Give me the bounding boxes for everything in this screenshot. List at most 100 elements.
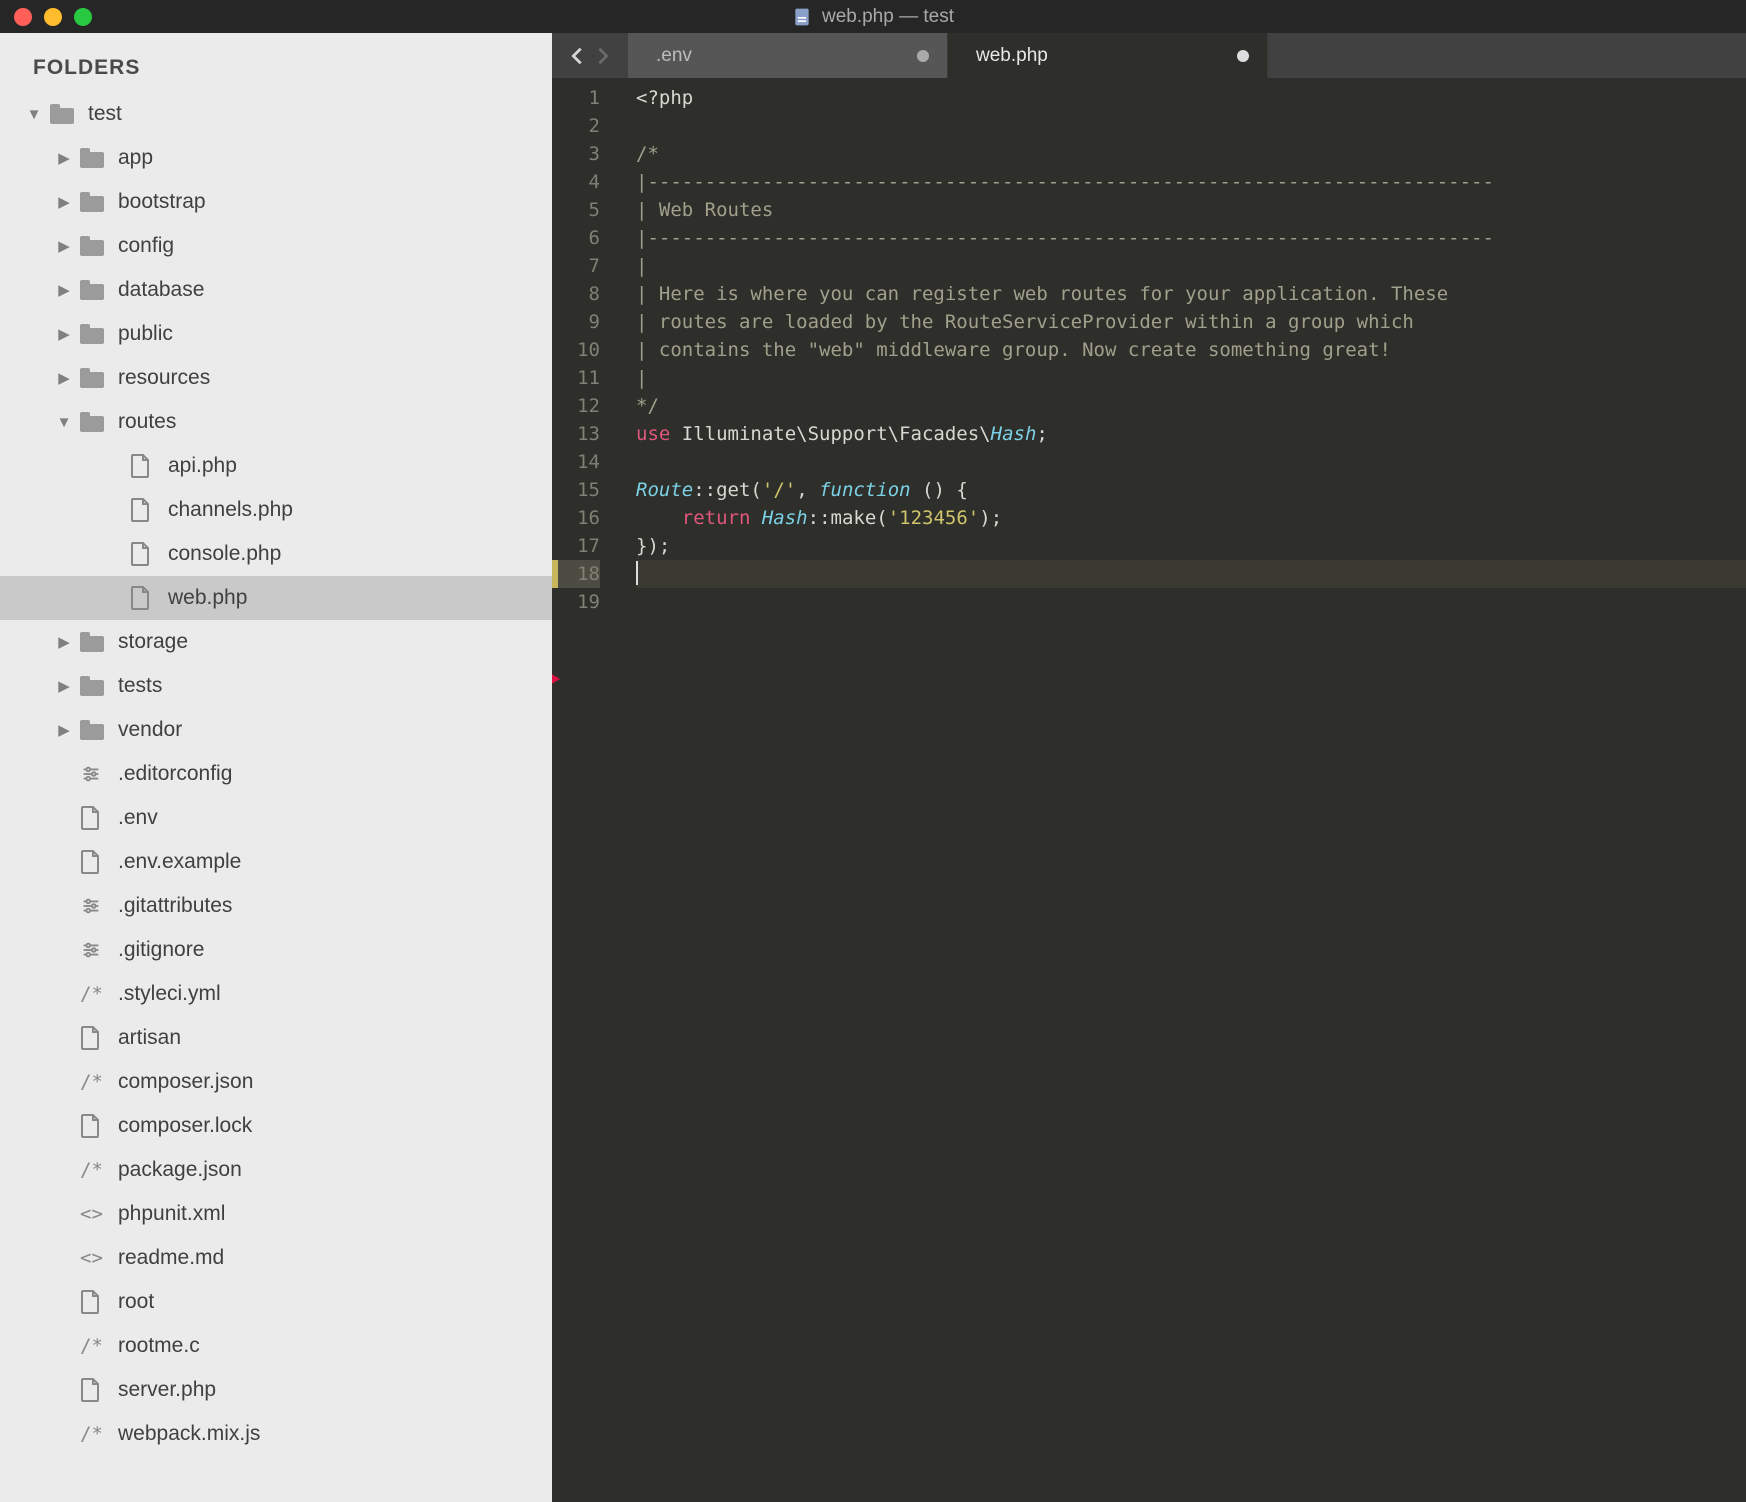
file-item[interactable]: /*rootme.c bbox=[0, 1324, 552, 1368]
file-item[interactable]: /*.styleci.yml bbox=[0, 972, 552, 1016]
tab--env[interactable]: .env bbox=[628, 33, 948, 78]
gutter-line-number[interactable]: 7 bbox=[552, 252, 600, 280]
code-line[interactable] bbox=[636, 560, 1746, 588]
code-line[interactable]: | Web Routes bbox=[636, 196, 1746, 224]
file-item[interactable]: <>readme.md bbox=[0, 1236, 552, 1280]
code-token: }); bbox=[636, 535, 670, 557]
code-line[interactable]: | Here is where you can register web rou… bbox=[636, 280, 1746, 308]
folder-item[interactable]: ▶app bbox=[0, 136, 552, 180]
file-item[interactable]: /*composer.json bbox=[0, 1060, 552, 1104]
chevron-right-icon[interactable]: ▶ bbox=[56, 721, 72, 739]
chevron-right-icon[interactable]: ▶ bbox=[56, 281, 72, 299]
file-item[interactable]: .gitignore bbox=[0, 928, 552, 972]
gutter-line-number[interactable]: 3 bbox=[552, 140, 600, 168]
gutter-line-number[interactable]: 14 bbox=[552, 448, 600, 476]
chevron-right-icon[interactable]: ▶ bbox=[56, 633, 72, 651]
tab-label: .env bbox=[656, 45, 692, 67]
code-line[interactable]: return Hash::make('123456'); bbox=[636, 504, 1746, 532]
code-area[interactable]: 12345678910111213141516171819 <?php/*|--… bbox=[552, 78, 1746, 1502]
code-token: :: bbox=[808, 507, 831, 529]
tab-nav-back-icon[interactable] bbox=[568, 45, 586, 67]
chevron-right-icon[interactable]: ▶ bbox=[56, 237, 72, 255]
sidebar[interactable]: FOLDERS ▼test▶app▶bootstrap▶config▶datab… bbox=[0, 33, 552, 1502]
code-line[interactable] bbox=[636, 588, 1746, 616]
file-item[interactable]: web.php bbox=[0, 576, 552, 620]
code-line[interactable]: | bbox=[636, 364, 1746, 392]
code-line[interactable]: |---------------------------------------… bbox=[636, 168, 1746, 196]
chevron-down-icon[interactable]: ▼ bbox=[26, 106, 42, 123]
folder-item[interactable]: ▶storage bbox=[0, 620, 552, 664]
close-button[interactable] bbox=[14, 8, 32, 26]
chevron-right-icon[interactable]: ▶ bbox=[56, 193, 72, 211]
gutter-line-number[interactable]: 6 bbox=[552, 224, 600, 252]
folder-item[interactable]: ▶public bbox=[0, 312, 552, 356]
chevron-right-icon[interactable]: ▶ bbox=[56, 325, 72, 343]
code-content[interactable]: <?php/*|--------------------------------… bbox=[618, 84, 1746, 1502]
tree-item-label: resources bbox=[118, 366, 210, 390]
gutter-line-number[interactable]: 2 bbox=[552, 112, 600, 140]
folder-item[interactable]: ▼test bbox=[0, 92, 552, 136]
file-item[interactable]: .env bbox=[0, 796, 552, 840]
gutter-line-number[interactable]: 15 bbox=[552, 476, 600, 504]
code-line[interactable]: | routes are loaded by the RouteServiceP… bbox=[636, 308, 1746, 336]
code-token: () { bbox=[911, 479, 968, 501]
gutter-line-number[interactable]: 9 bbox=[552, 308, 600, 336]
gutter-line-number[interactable]: 17 bbox=[552, 532, 600, 560]
file-item[interactable]: /*webpack.mix.js bbox=[0, 1412, 552, 1456]
file-item[interactable]: <>phpunit.xml bbox=[0, 1192, 552, 1236]
folder-item[interactable]: ▼routes bbox=[0, 400, 552, 444]
file-item[interactable]: .editorconfig bbox=[0, 752, 552, 796]
folder-item[interactable]: ▶config bbox=[0, 224, 552, 268]
chevron-right-icon[interactable]: ▶ bbox=[56, 677, 72, 695]
file-item[interactable]: artisan bbox=[0, 1016, 552, 1060]
gutter-line-number[interactable]: 5 bbox=[552, 196, 600, 224]
folder-item[interactable]: ▶ resources bbox=[0, 356, 552, 400]
gutter-line-number[interactable]: 12 bbox=[552, 392, 600, 420]
file-item[interactable]: console.php bbox=[0, 532, 552, 576]
file-icon bbox=[130, 542, 156, 566]
file-item[interactable]: api.php bbox=[0, 444, 552, 488]
chevron-right-icon[interactable]: ▶ bbox=[56, 369, 72, 387]
folder-item[interactable]: ▶bootstrap bbox=[0, 180, 552, 224]
gutter-line-number[interactable]: 18 bbox=[552, 560, 600, 588]
tab-web-php[interactable]: web.php bbox=[948, 33, 1268, 78]
gutter-line-number[interactable]: 16 bbox=[552, 504, 600, 532]
file-item[interactable]: /*package.json bbox=[0, 1148, 552, 1192]
code-line[interactable]: Route::get('/', function () { bbox=[636, 476, 1746, 504]
folder-item[interactable]: ▶database bbox=[0, 268, 552, 312]
tree-item-label: .gitignore bbox=[118, 938, 204, 962]
chevron-right-icon[interactable]: ▶ bbox=[56, 149, 72, 167]
code-line[interactable]: <?php bbox=[636, 84, 1746, 112]
code-line[interactable] bbox=[636, 112, 1746, 140]
file-item[interactable]: server.php bbox=[0, 1368, 552, 1412]
file-item[interactable]: composer.lock bbox=[0, 1104, 552, 1148]
code-line[interactable] bbox=[636, 448, 1746, 476]
gutter-line-number[interactable]: 10 bbox=[552, 336, 600, 364]
maximize-button[interactable] bbox=[74, 8, 92, 26]
code-line[interactable]: */ bbox=[636, 392, 1746, 420]
gutter-line-number[interactable]: 11 bbox=[552, 364, 600, 392]
file-item[interactable]: .env.example bbox=[0, 840, 552, 884]
code-line[interactable]: }); bbox=[636, 532, 1746, 560]
gutter-line-number[interactable]: 4 bbox=[552, 168, 600, 196]
code-line[interactable]: | contains the "web" middleware group. N… bbox=[636, 336, 1746, 364]
code-line[interactable]: | bbox=[636, 252, 1746, 280]
gutter-line-number[interactable]: 8 bbox=[552, 280, 600, 308]
chevron-down-icon[interactable]: ▼ bbox=[56, 414, 72, 431]
gutter-line-number[interactable]: 13 bbox=[552, 420, 600, 448]
minimize-button[interactable] bbox=[44, 8, 62, 26]
tab-nav-forward-icon[interactable] bbox=[594, 45, 612, 67]
file-item[interactable]: channels.php bbox=[0, 488, 552, 532]
tree-item-label: phpunit.xml bbox=[118, 1202, 225, 1226]
error-marker-icon bbox=[552, 673, 560, 685]
folder-item[interactable]: ▶tests bbox=[0, 664, 552, 708]
folder-item[interactable]: ▶vendor bbox=[0, 708, 552, 752]
code-line[interactable]: /* bbox=[636, 140, 1746, 168]
code-token: '123456' bbox=[888, 507, 980, 529]
code-line[interactable]: |---------------------------------------… bbox=[636, 224, 1746, 252]
file-item[interactable]: root bbox=[0, 1280, 552, 1324]
gutter-line-number[interactable]: 1 bbox=[552, 84, 600, 112]
code-line[interactable]: use Illuminate\Support\Facades\Hash; bbox=[636, 420, 1746, 448]
file-item[interactable]: .gitattributes bbox=[0, 884, 552, 928]
gutter-line-number[interactable]: 19 bbox=[552, 588, 600, 616]
